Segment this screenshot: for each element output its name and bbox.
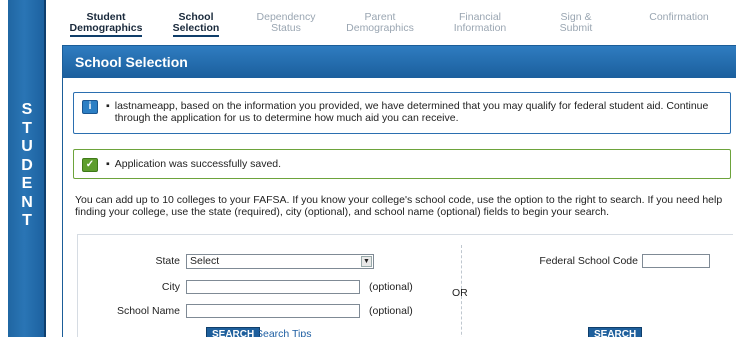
success-message-text: Application was successfully saved. — [114, 158, 282, 170]
code-search-button[interactable]: SEARCH — [588, 327, 643, 337]
step-label: School Selection — [172, 12, 220, 37]
chevron-down-icon[interactable]: ▼ — [361, 256, 372, 267]
state-select-value: Select — [190, 255, 220, 267]
step-label: Parent Demographics — [346, 11, 414, 34]
city-optional-hint: (optional) — [369, 281, 413, 293]
success-message-box: ✓ ▪ Application was successfully saved. — [73, 149, 731, 179]
step-school-selection[interactable]: School Selection — [150, 9, 242, 39]
step-label: Sign & Submit — [559, 11, 593, 34]
federal-school-code-label: Federal School Code — [539, 255, 638, 267]
school-name-input[interactable] — [186, 304, 360, 318]
school-name-label: School Name — [116, 305, 180, 317]
step-financial-information: Financial Information — [430, 9, 530, 39]
school-selection-panel: School Selection i ▪ lastnameapp, based … — [62, 45, 736, 337]
side-letter: U — [21, 138, 33, 155]
step-sign-submit: Sign & Submit — [530, 9, 622, 39]
side-bar-edge — [0, 0, 8, 337]
info-message-text: lastnameapp, based on the information yo… — [114, 100, 709, 124]
side-letter: S — [21, 101, 33, 118]
school-search-form: State Select ▼ City (optional) School Na… — [77, 234, 733, 337]
side-letter: N — [21, 193, 33, 211]
search-tips-link[interactable]: Search Tips — [256, 328, 311, 337]
bullet: ▪ — [106, 100, 110, 112]
student-side-bar: S T U D E N T — [0, 0, 46, 337]
side-letter: D — [21, 156, 33, 174]
side-letter: E — [21, 175, 33, 192]
federal-school-code-input[interactable] — [642, 254, 710, 268]
panel-title: School Selection — [63, 46, 736, 78]
info-icon: i — [82, 100, 98, 114]
or-label: OR — [452, 287, 468, 299]
step-label: Financial Information — [453, 11, 507, 34]
state-select[interactable]: Select ▼ — [186, 254, 374, 269]
step-confirmation: Confirmation — [622, 9, 736, 39]
intro-text: You can add up to 10 colleges to your FA… — [75, 194, 723, 218]
search-button[interactable]: SEARCH — [206, 327, 261, 337]
step-label: Confirmation — [649, 11, 709, 23]
school-name-optional-hint: (optional) — [369, 305, 413, 317]
city-input[interactable] — [186, 280, 360, 294]
bullet: ▪ — [106, 158, 110, 170]
step-label: Dependency Status — [256, 11, 316, 34]
city-label: City — [161, 281, 180, 293]
check-icon: ✓ — [82, 158, 98, 172]
step-parent-demographics: Parent Demographics — [330, 9, 430, 39]
state-label: State — [155, 255, 180, 267]
side-letter: T — [22, 212, 32, 229]
progress-steps: Student Demographics School Selection De… — [62, 9, 736, 39]
info-message-box: i ▪ lastnameapp, based on the informatio… — [73, 92, 731, 134]
side-letter: T — [22, 119, 32, 137]
step-student-demographics[interactable]: Student Demographics — [62, 9, 150, 39]
step-label: Student Demographics — [69, 12, 143, 37]
student-vertical-label: S T U D E N T — [8, 101, 46, 231]
step-dependency-status: Dependency Status — [242, 9, 330, 39]
